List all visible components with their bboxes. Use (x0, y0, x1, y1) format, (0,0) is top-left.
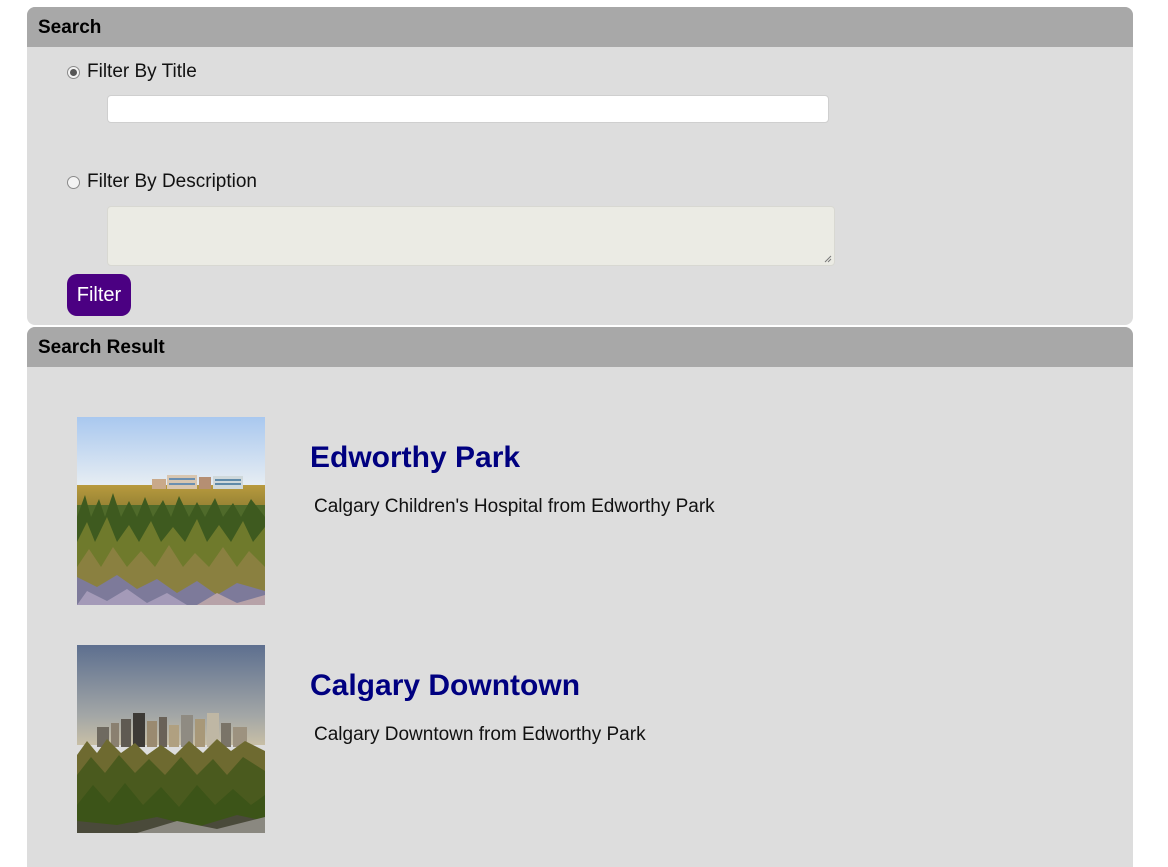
filter-by-description-option[interactable]: Filter By Description (67, 171, 257, 193)
result-title-link[interactable]: Edworthy Park (310, 441, 520, 475)
edworthy-park-photo[interactable] (77, 417, 265, 605)
filter-by-title-radio[interactable] (67, 65, 80, 79)
filter-button[interactable]: Filter (67, 274, 131, 316)
filter-by-description-label[interactable]: Filter By Description (87, 171, 257, 193)
result-title-link[interactable]: Calgary Downtown (310, 669, 580, 703)
result-item: Edworthy Park Calgary Children's Hospita… (77, 417, 1077, 605)
title-filter-input[interactable] (107, 95, 829, 123)
search-result-panel: Search Result Edworthy Park Calgary Chil… (27, 327, 1133, 867)
result-description: Calgary Children's Hospital from Edworth… (314, 496, 715, 517)
calgary-downtown-photo[interactable] (77, 645, 265, 833)
search-panel: Search Filter By Title Filter By Descrip… (27, 7, 1133, 325)
filter-by-description-radio[interactable] (67, 175, 80, 189)
search-panel-header: Search (27, 7, 1133, 47)
result-item: Calgary Downtown Calgary Downtown from E… (77, 645, 1077, 833)
resize-grip-icon[interactable] (824, 255, 832, 263)
filter-by-title-option[interactable]: Filter By Title (67, 61, 197, 83)
result-description: Calgary Downtown from Edworthy Park (314, 724, 646, 745)
description-filter-textarea[interactable] (107, 206, 835, 266)
filter-by-title-label[interactable]: Filter By Title (87, 61, 197, 83)
search-result-header: Search Result (27, 327, 1133, 367)
